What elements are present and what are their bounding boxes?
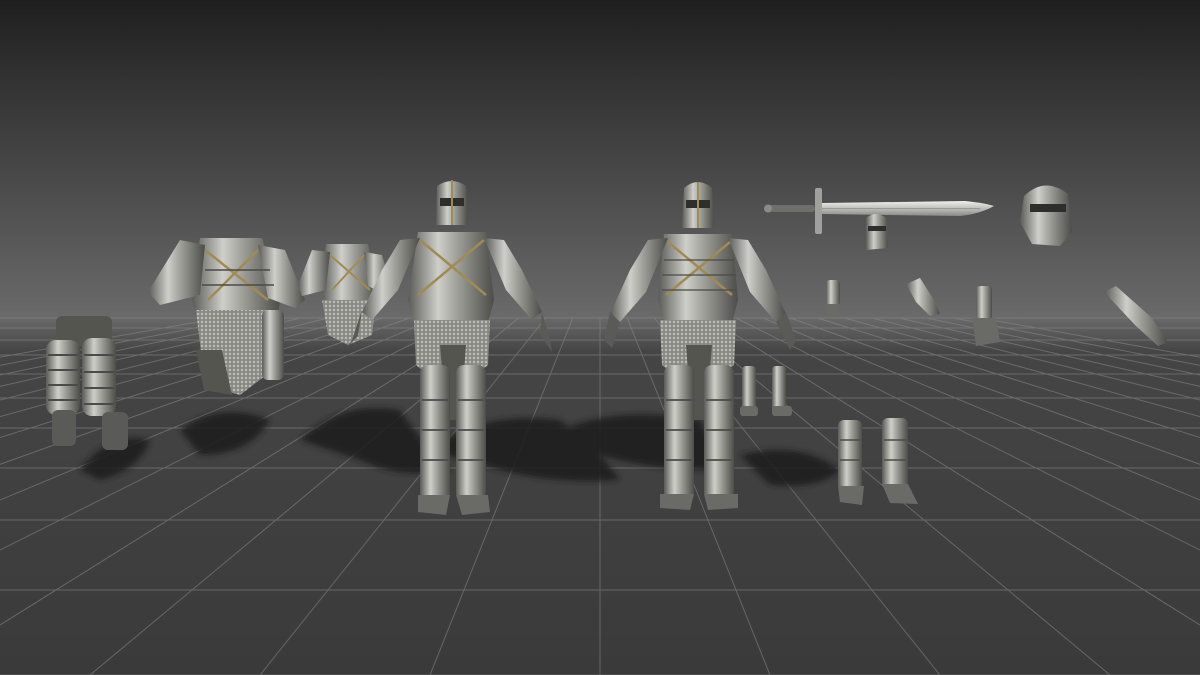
helmet-front — [866, 214, 888, 250]
scene-canvas — [0, 0, 1200, 675]
viewport-scene — [0, 0, 1200, 675]
gauntlet-1 — [824, 280, 840, 316]
